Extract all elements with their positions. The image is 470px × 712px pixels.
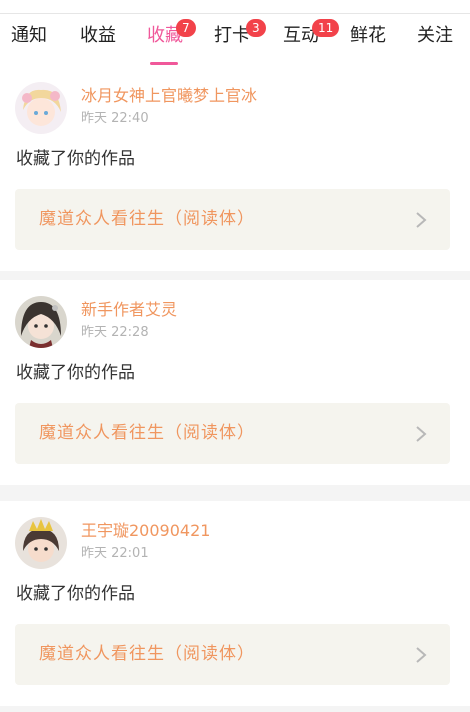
- tab-earnings[interactable]: 收益: [80, 24, 116, 48]
- tab-label: 通知: [11, 25, 47, 46]
- tab-flowers[interactable]: 鲜花: [350, 24, 386, 48]
- tab-notifications[interactable]: 通知: [11, 24, 47, 48]
- interaction-count-badge: 11: [312, 19, 340, 37]
- avatar[interactable]: [15, 82, 67, 134]
- tab-follows[interactable]: 关注: [417, 24, 453, 48]
- action-text: 收藏了你的作品: [16, 363, 135, 383]
- avatar[interactable]: [15, 296, 67, 348]
- work-link[interactable]: 魔道众人看往生（阅读体）: [15, 189, 450, 250]
- username[interactable]: 新手作者艾灵: [81, 300, 177, 320]
- tab-bar: 通知 收益 收藏 7 打卡 3 互动 11 鲜花 关注: [0, 14, 470, 66]
- work-title: 魔道众人看往生（阅读体）: [39, 423, 255, 443]
- active-tab-indicator: [150, 62, 178, 65]
- notification-card: 王宇璇20090421 昨天 22:01 收藏了你的作品 魔道众人看往生（阅读体…: [0, 501, 470, 706]
- chevron-right-icon: [416, 647, 427, 663]
- favorites-count-badge: 7: [176, 19, 196, 37]
- timestamp: 昨天 22:40: [81, 111, 149, 126]
- chevron-right-icon: [416, 212, 427, 228]
- tab-favorites[interactable]: 收藏 7: [147, 19, 196, 48]
- username[interactable]: 王宇璇20090421: [81, 521, 210, 541]
- tab-label: 收益: [80, 25, 116, 46]
- work-link[interactable]: 魔道众人看往生（阅读体）: [15, 403, 450, 464]
- work-link[interactable]: 魔道众人看往生（阅读体）: [15, 624, 450, 685]
- tab-label: 鲜花: [350, 25, 386, 46]
- timestamp: 昨天 22:28: [81, 325, 149, 340]
- action-text: 收藏了你的作品: [16, 149, 135, 169]
- tab-checkin[interactable]: 打卡 3: [214, 19, 266, 48]
- work-title: 魔道众人看往生（阅读体）: [39, 209, 255, 229]
- tab-interaction[interactable]: 互动 11: [283, 19, 340, 48]
- status-bar-edge: [0, 0, 470, 14]
- username[interactable]: 冰月女神上官曦梦上官冰: [81, 86, 257, 106]
- tab-label: 关注: [417, 25, 453, 46]
- chevron-right-icon: [416, 426, 427, 442]
- notification-card: 新手作者艾灵 昨天 22:28 收藏了你的作品 魔道众人看往生（阅读体）: [0, 280, 470, 485]
- action-text: 收藏了你的作品: [16, 584, 135, 604]
- tab-label: 打卡: [214, 25, 250, 46]
- notification-card: 冰月女神上官曦梦上官冰 昨天 22:40 收藏了你的作品 魔道众人看往生（阅读体…: [0, 66, 470, 271]
- checkin-count-badge: 3: [246, 19, 266, 37]
- timestamp: 昨天 22:01: [81, 546, 149, 561]
- avatar[interactable]: [15, 517, 67, 569]
- work-title: 魔道众人看往生（阅读体）: [39, 644, 255, 664]
